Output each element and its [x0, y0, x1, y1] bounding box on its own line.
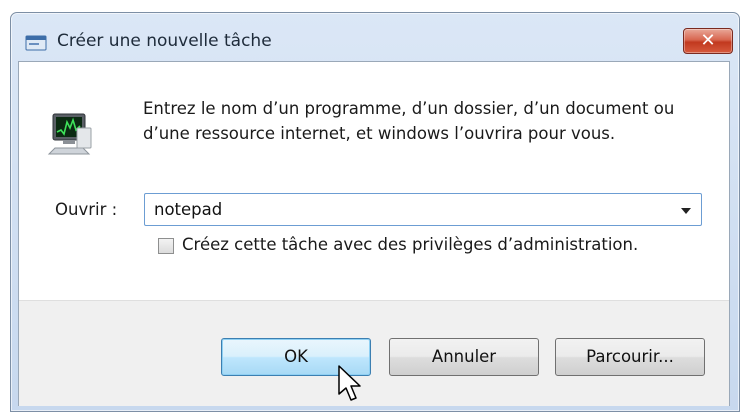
admin-privileges-label[interactable]: Créez cette tâche avec des privilèges d’… [182, 235, 638, 254]
title-bar[interactable]: Créer une nouvelle tâche ✕ [11, 13, 739, 61]
run-dialog-window: Créer une nouvelle tâche ✕ Entrez le nom… [10, 12, 740, 412]
mouse-pointer-icon [338, 365, 361, 401]
dialog-client-area: Entrez le nom d’un programme, d’un dossi… [18, 61, 730, 406]
admin-privileges-checkbox[interactable] [158, 238, 174, 254]
close-button[interactable]: ✕ [683, 28, 733, 54]
task-manager-monitor-icon [47, 113, 92, 155]
close-icon: ✕ [700, 30, 716, 51]
open-combobox[interactable]: notepad [144, 193, 702, 226]
run-dialog-icon [25, 35, 47, 51]
browse-button[interactable]: Parcourir... [555, 338, 705, 376]
window-title: Créer une nouvelle tâche [57, 31, 272, 51]
cancel-button[interactable]: Annuler [389, 338, 539, 376]
dialog-description: Entrez le nom d’un programme, d’un dossi… [143, 99, 675, 143]
open-input[interactable]: notepad [154, 200, 222, 219]
open-label: Ouvrir : [55, 200, 118, 219]
chevron-down-icon[interactable] [681, 208, 691, 214]
